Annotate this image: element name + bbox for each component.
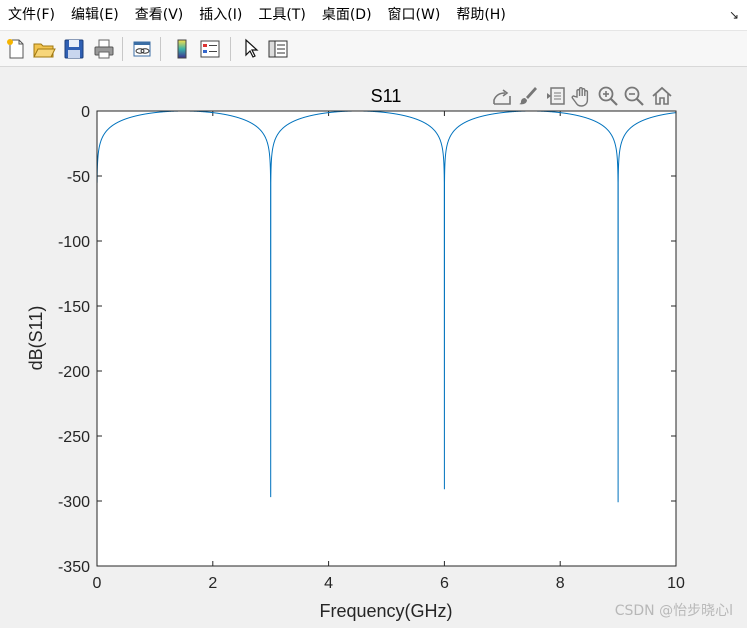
menu-file[interactable]: 文件(F) — [0, 0, 63, 31]
zoom-in-icon[interactable] — [596, 84, 620, 108]
open-file-icon[interactable] — [32, 37, 56, 61]
menu-help[interactable]: 帮助(H) — [448, 0, 513, 31]
x-tick-label: 6 — [440, 575, 449, 592]
x-tick-label: 0 — [93, 575, 102, 592]
y-axis-label: dB(S11) — [26, 306, 46, 371]
x-tick-label: 8 — [556, 575, 565, 592]
pan-icon[interactable] — [570, 84, 594, 108]
y-tick-label: -100 — [58, 234, 90, 251]
axes-toolbar — [490, 84, 676, 108]
legend-icon[interactable] — [198, 37, 222, 61]
watermark-text: CSDN @怡步晓心l — [614, 603, 733, 619]
plot-svg: 0 2 4 6 8 10 0 -50 -100 -150 -200 -250 -300 -350 S11… — [26, 86, 685, 621]
dock-figure-icon[interactable]: ↘ — [727, 8, 741, 22]
colorbar-icon[interactable] — [170, 37, 194, 61]
menu-bar: 文件(F) 编辑(E) 查看(V) 插入(I) 工具(T) 桌面(D) 窗口(W… — [0, 0, 747, 31]
data-tips-icon[interactable] — [544, 84, 568, 108]
y-tick-label: -250 — [58, 429, 90, 446]
x-tick-label: 4 — [324, 575, 333, 592]
edit-plot-pointer-icon[interactable] — [238, 37, 262, 61]
property-inspector-icon[interactable] — [266, 37, 290, 61]
y-tick-label: -50 — [67, 169, 90, 186]
zoom-out-icon[interactable] — [622, 84, 646, 108]
y-tick-label: -200 — [58, 364, 90, 381]
save-icon[interactable] — [62, 37, 86, 61]
toolbar-separator — [160, 37, 161, 61]
toolbar-separator — [122, 37, 123, 61]
menu-desktop[interactable]: 桌面(D) — [314, 0, 380, 31]
y-tick-label: -350 — [58, 559, 90, 576]
y-tick-label: -300 — [58, 494, 90, 511]
y-tick-labels: 0 -50 -100 -150 -200 -250 -300 -350 — [58, 104, 90, 576]
x-tick-label: 10 — [667, 575, 685, 592]
export-icon[interactable] — [490, 84, 514, 108]
brush-icon[interactable] — [516, 84, 540, 108]
figure-canvas: 0 2 4 6 8 10 0 -50 -100 -150 -200 -250 -300 -350 S11… — [0, 68, 747, 628]
figure-window: 文件(F) 编辑(E) 查看(V) 插入(I) 工具(T) 桌面(D) 窗口(W… — [0, 0, 747, 628]
restore-view-icon[interactable] — [650, 84, 674, 108]
link-plot-icon[interactable] — [130, 37, 154, 61]
y-tick-label: -150 — [58, 299, 90, 316]
x-axis-label: Frequency(GHz) — [319, 601, 452, 621]
axes-background — [97, 111, 676, 566]
x-tick-labels: 0 2 4 6 8 10 — [93, 575, 685, 592]
figure-toolbar — [0, 31, 747, 67]
menu-view[interactable]: 查看(V) — [127, 0, 192, 31]
toolbar-separator — [230, 37, 231, 61]
x-tick-label: 2 — [208, 575, 217, 592]
menu-tools[interactable]: 工具(T) — [250, 0, 313, 31]
new-figure-icon[interactable] — [4, 37, 28, 61]
menu-insert[interactable]: 插入(I) — [191, 0, 250, 31]
chart-title: S11 — [371, 86, 402, 106]
y-tick-label: 0 — [81, 104, 90, 121]
menu-window[interactable]: 窗口(W) — [380, 0, 449, 31]
menu-edit[interactable]: 编辑(E) — [63, 0, 127, 31]
print-icon[interactable] — [92, 37, 116, 61]
